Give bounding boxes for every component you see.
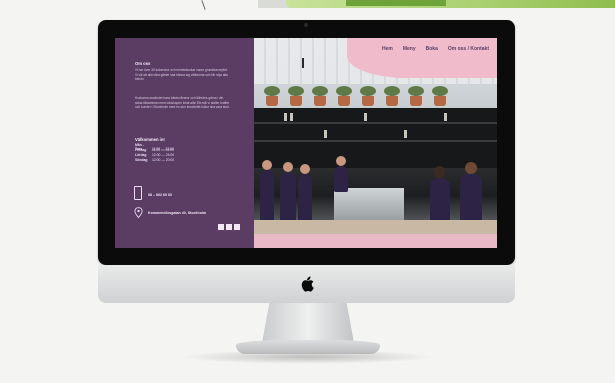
nav-booking[interactable]: Boka <box>426 46 438 52</box>
imac-monitor: Om oss Vi har över 30 kokerskor och enhe… <box>98 20 515 265</box>
back-shelf <box>254 108 497 168</box>
bottle <box>284 113 287 121</box>
chef-head <box>300 164 310 174</box>
kitchen-counter-steel <box>334 188 404 220</box>
phone-icon <box>134 186 142 200</box>
plant <box>432 86 448 96</box>
camera-dot <box>304 23 308 27</box>
decor-line <box>201 0 206 10</box>
nav-about-contact[interactable]: Om oss / Kontakt <box>448 46 489 52</box>
restaurant-photo: Hem Meny Boka Om oss / Kontakt <box>254 38 497 248</box>
social-square-icon[interactable] <box>226 224 232 230</box>
staff-figure <box>430 178 450 222</box>
chef-figure <box>334 166 348 192</box>
info-panel: Om oss Vi har över 30 kokerskor och enhe… <box>115 38 254 248</box>
apple-logo-icon <box>301 276 314 292</box>
plant-pot <box>290 96 302 106</box>
chef-head <box>336 156 346 166</box>
address-text[interactable]: Kommendörsgatan 40, Stockholm <box>148 211 206 215</box>
chef-head <box>262 160 272 170</box>
hours-row: Söndag 12:00 — 20:00 <box>135 158 175 162</box>
bottle <box>404 130 407 138</box>
wood-counter <box>254 220 497 234</box>
map-pin-icon <box>134 207 143 218</box>
plant-pot <box>338 96 350 106</box>
main-nav: Hem Meny Boka Om oss / Kontakt <box>382 46 489 52</box>
plant <box>408 86 424 96</box>
bottle <box>324 130 327 138</box>
nav-home[interactable]: Hem <box>382 46 393 52</box>
about-paragraph-1: Vi har över 30 kokerskor och enhetskocka… <box>135 68 228 82</box>
plant-pot <box>314 96 326 106</box>
staff-head <box>465 162 477 174</box>
hours-title: Välkommen in! <box>135 137 165 142</box>
pink-floor <box>254 234 497 248</box>
about-paragraph-2: Kockarna använder bara bästa råvaror och… <box>135 96 230 110</box>
staff-figure <box>460 174 482 222</box>
plant-pot <box>266 96 278 106</box>
plant <box>288 86 304 96</box>
staff-head <box>434 166 445 178</box>
plant-pot <box>410 96 422 106</box>
phone-number[interactable]: 08 – 662 60 60 <box>148 193 172 197</box>
pink-header-shape <box>347 38 497 78</box>
bottle <box>364 113 367 121</box>
bottle <box>290 113 293 121</box>
social-square-icon[interactable] <box>234 224 240 230</box>
plant-pot <box>434 96 446 106</box>
monitor-stand-base <box>236 340 380 354</box>
shelf-bar <box>254 122 497 124</box>
plant <box>336 86 352 96</box>
decor-green-band <box>286 0 615 8</box>
chef-head <box>283 162 293 172</box>
plant-pot <box>362 96 374 106</box>
pendant-lamp <box>302 58 304 68</box>
about-title: Om oss <box>135 61 151 66</box>
chef-figure <box>280 172 296 222</box>
hours-row: Lördag 12:00 — 24:00 <box>135 153 175 157</box>
monitor-stand <box>262 303 354 343</box>
chef-figure <box>298 174 312 222</box>
nav-menu[interactable]: Meny <box>403 46 416 52</box>
chef-figure <box>260 170 274 222</box>
website-screen: Om oss Vi har över 30 kokerskor och enhe… <box>115 38 497 248</box>
shelf-bar <box>254 140 497 142</box>
plant <box>312 86 328 96</box>
plant <box>360 86 376 96</box>
top-decoration <box>0 0 615 12</box>
hours-row: Fredag 11:00 — 24:00 <box>135 148 174 152</box>
social-square-icon[interactable] <box>218 224 224 230</box>
plant <box>264 86 280 96</box>
decor-green-stripe <box>346 0 446 6</box>
plant <box>384 86 400 96</box>
bottle <box>444 113 447 121</box>
plant-pot <box>386 96 398 106</box>
